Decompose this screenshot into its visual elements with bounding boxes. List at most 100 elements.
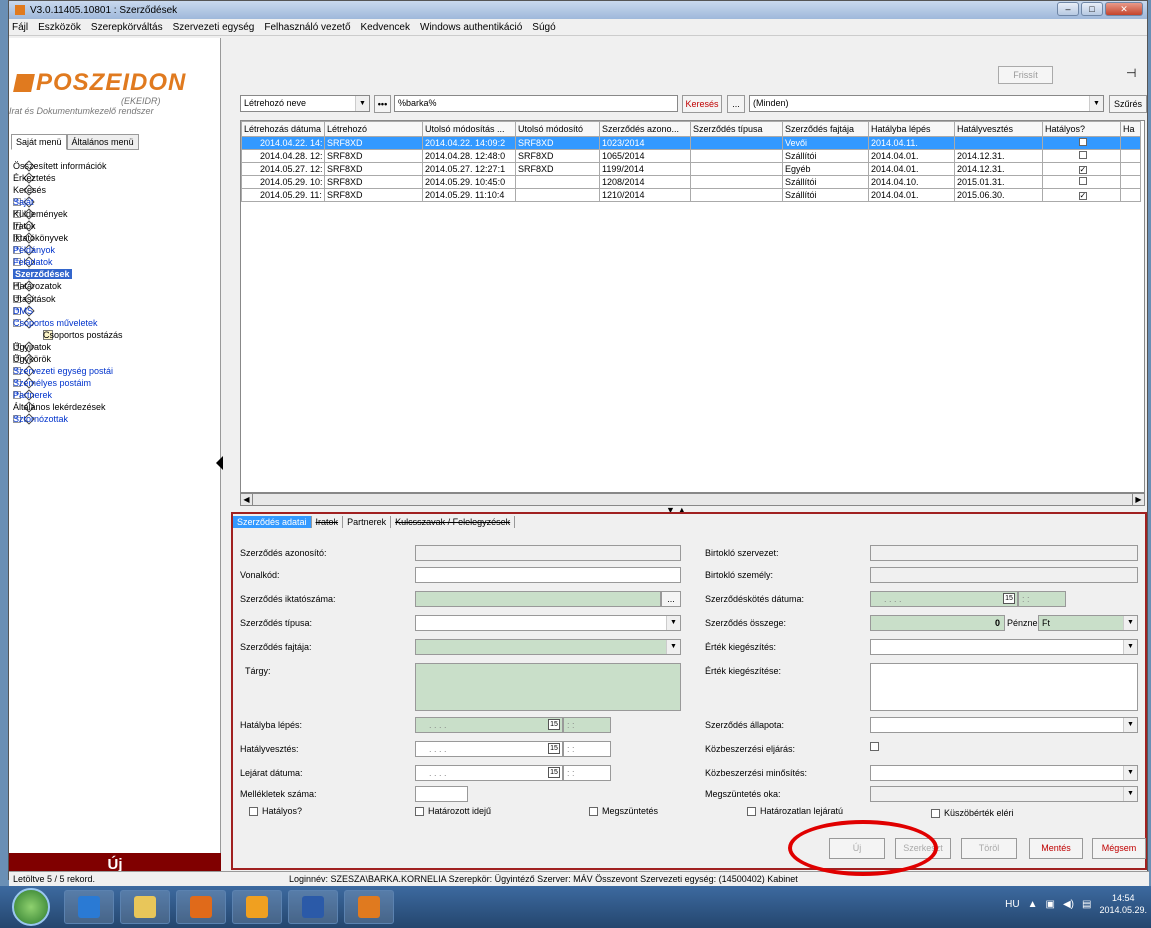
tree-item[interactable]: + Határozatok (13, 280, 218, 293)
column-header[interactable]: Hatályba lépés (868, 121, 955, 137)
column-header[interactable]: Szerződés típusa (690, 121, 783, 137)
filing-browse-button[interactable]: ... (661, 591, 681, 607)
refresh-button[interactable]: Frissít (998, 66, 1053, 84)
taskbar-explorer[interactable] (120, 890, 170, 924)
tree-item[interactable]: + Utasítások (13, 292, 218, 305)
expiry-effect-field[interactable]: . . . . 15 (415, 741, 563, 757)
procurement-procedure-checkbox[interactable] (870, 742, 883, 751)
menu-org-unit[interactable]: Szervezeti egység (173, 22, 255, 33)
signing-time-field[interactable]: : : (1018, 591, 1066, 607)
clock[interactable]: 14:54 2014.05.29. (1099, 892, 1147, 916)
tree-item[interactable]: + Sztornózottak (13, 413, 218, 426)
tree-item[interactable]: Keresés (13, 184, 218, 196)
valid-checkbox[interactable] (1078, 138, 1087, 146)
amount-field[interactable]: 0 (870, 615, 1005, 631)
collapse-panel-icon[interactable] (216, 456, 223, 470)
subject-field[interactable] (415, 663, 681, 711)
search-button[interactable]: Keresés (682, 95, 722, 113)
tray-arrow-icon[interactable]: ▲ (1028, 899, 1038, 910)
network-icon[interactable]: ▣ (1046, 899, 1055, 910)
tree-item[interactable]: Összesített információk (13, 159, 218, 172)
taskbar-outlook[interactable] (232, 890, 282, 924)
checkbox-fixed-term[interactable]: Határozott idejű (415, 806, 491, 816)
menu-user-manager[interactable]: Felhasználó vezető (264, 22, 350, 33)
filter-value-input[interactable]: %barka% (394, 95, 678, 112)
table-row[interactable]: 2014.04.22. 14: SRF8XD 2014.04.22. 14:09:2… (241, 136, 1141, 150)
contract-status-select[interactable]: ▼ (870, 717, 1138, 733)
tree-item[interactable]: Csoportos postázás (13, 329, 218, 340)
tab-own-menu[interactable]: Saját menü (11, 134, 67, 150)
display-icon[interactable]: ▤ (1082, 899, 1091, 910)
tree-item[interactable]: +Szerződések (13, 268, 218, 281)
tree-item[interactable]: + Iratok (13, 220, 218, 232)
maximize-button[interactable]: □ (1081, 2, 1103, 16)
tree-item[interactable]: + Iktatókönyvek (13, 232, 218, 244)
tab-contract-data[interactable]: Szerződés adatai (233, 516, 312, 528)
start-button[interactable] (12, 888, 50, 926)
valid-checkbox[interactable]: ✓ (1078, 192, 1087, 200)
taskbar-word[interactable] (288, 890, 338, 924)
column-header[interactable]: Létrehozás dátuma (241, 121, 325, 137)
calendar-icon[interactable]: 15 (548, 767, 560, 778)
attachments-field[interactable] (415, 786, 468, 802)
tab-keywords[interactable]: Kulcsszavak / Felelegyzések (391, 516, 516, 528)
tree-item[interactable]: + DMS (13, 304, 218, 317)
calendar-icon[interactable]: 15 (1003, 593, 1015, 604)
menu-windows-auth[interactable]: Windows authentikáció (420, 22, 522, 33)
taskbar-media[interactable] (176, 890, 226, 924)
checkbox-termination[interactable]: Megszüntetés (589, 806, 658, 816)
more-options-button[interactable]: ••• (374, 95, 391, 113)
contract-type-select[interactable]: ▼ (415, 615, 681, 631)
effective-date-field[interactable]: . . . . 15 (415, 717, 563, 733)
column-header[interactable]: Ha (1120, 121, 1141, 137)
close-button[interactable]: ✕ (1105, 2, 1143, 16)
effective-time-field[interactable]: : : (563, 717, 611, 733)
checkbox-threshold[interactable]: Küszöbérték eléri (931, 808, 1014, 818)
tree-item[interactable]: Érkeztetés (13, 171, 218, 184)
contract-kind-select[interactable]: ▼ (415, 639, 681, 655)
browse-button[interactable]: ... (727, 95, 745, 113)
tree-item[interactable]: − Csoportos műveletek (13, 317, 218, 329)
menu-help[interactable]: Súgó (532, 22, 555, 33)
tree-item[interactable]: + Küldemények (13, 208, 218, 220)
value-supplement-text-field[interactable] (870, 663, 1138, 711)
table-row[interactable]: 2014.05.29. 11: SRF8XD 2014.05.29. 11:10:4… (241, 188, 1141, 202)
valid-checkbox[interactable] (1078, 177, 1087, 185)
expiration-time-field[interactable]: : : (563, 765, 611, 781)
filter-field-select[interactable]: Létrehozó neve ▼ (240, 95, 370, 112)
column-header[interactable]: Létrehozó (324, 121, 423, 137)
tree-item[interactable]: + Példányok (13, 244, 218, 256)
table-row[interactable]: 2014.05.27. 12: SRF8XD 2014.05.27. 12:27:1… (241, 162, 1141, 176)
column-header[interactable]: Utolsó módosítás ... (422, 121, 516, 137)
column-header[interactable]: Szerződés azono... (599, 121, 691, 137)
column-header[interactable]: Hatályvesztés (954, 121, 1043, 137)
menu-favorites[interactable]: Kedvencek (361, 22, 410, 33)
tree-item[interactable]: + Feladatok (13, 256, 218, 268)
checkbox-indefinite-expiry[interactable]: Határozatlan lejáratú (747, 806, 843, 816)
expiration-date-field[interactable]: . . . . 15 (415, 765, 563, 781)
calendar-icon[interactable]: 15 (548, 719, 560, 730)
tree-item[interactable]: Általános lekérdezések (13, 401, 218, 414)
tree-item[interactable]: + Személyes postáim (13, 377, 218, 389)
table-row[interactable]: 2014.04.28. 12: SRF8XD 2014.04.28. 12:48:0… (241, 149, 1141, 163)
scroll-right-icon[interactable]: ▶ (1132, 494, 1144, 505)
language-indicator[interactable]: HU (1005, 899, 1019, 910)
tree-item[interactable]: + Ügyiratok (13, 341, 218, 353)
minimize-button[interactable]: – (1057, 2, 1079, 16)
menu-file[interactable]: Fájl (12, 22, 28, 33)
menu-role-switch[interactable]: Szerepkörváltás (91, 22, 163, 33)
column-header[interactable]: Szerződés fajtája (782, 121, 869, 137)
signing-date-field[interactable]: . . . . 15 (870, 591, 1018, 607)
horizontal-scrollbar[interactable]: ◀ ▶ (240, 493, 1145, 506)
procurement-rating-select[interactable]: ▼ (870, 765, 1138, 781)
tree-item[interactable]: + Ügykörök (13, 353, 218, 365)
table-row[interactable]: 2014.05.29. 10: SRF8XD 2014.05.29. 10:45:0… (241, 175, 1141, 189)
filter-button[interactable]: Szűrés (1109, 95, 1147, 113)
valid-checkbox[interactable] (1078, 151, 1087, 159)
taskbar-ie[interactable] (64, 890, 114, 924)
column-header[interactable]: Hatályos? (1042, 121, 1121, 137)
delete-button[interactable]: Töröl (961, 838, 1017, 859)
checkbox-effective[interactable]: Hatályos? (249, 806, 302, 816)
tree-item[interactable]: + Saját (13, 196, 218, 208)
value-supplement-select[interactable]: ▼ (870, 639, 1138, 655)
